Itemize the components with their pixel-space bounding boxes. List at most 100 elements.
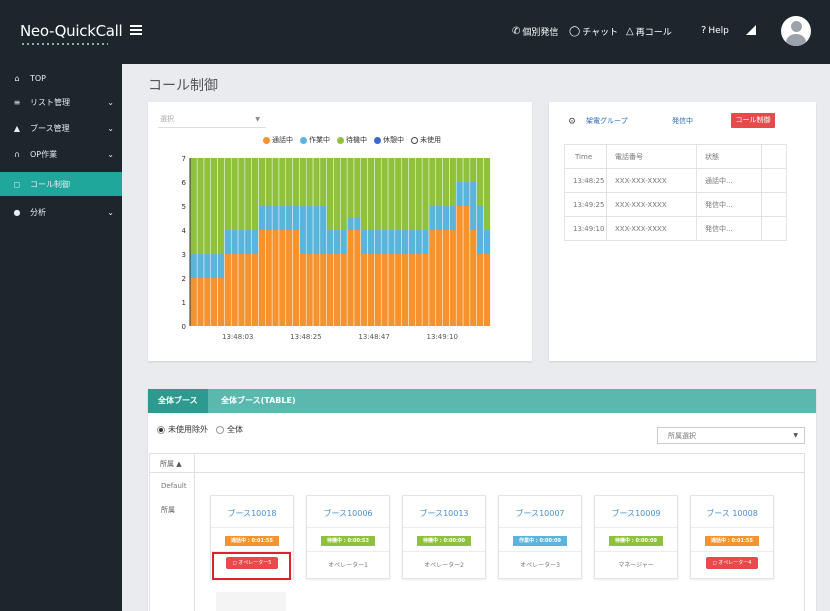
booth-name[interactable]: ブース10013 — [403, 508, 485, 519]
nav-chat[interactable]: ◯ チャット — [569, 25, 618, 38]
calling-status-link[interactable]: 発信中 — [672, 116, 693, 126]
legend-item[interactable]: 通話中 — [263, 135, 293, 145]
signal-icon[interactable] — [746, 25, 756, 35]
tab-all-booths-table[interactable]: 全体ブース(TABLE) — [211, 389, 306, 413]
sidebar-item-call-control[interactable]: ◻ コール制御 — [0, 172, 122, 196]
bar-segment — [292, 206, 300, 230]
bar-segment — [251, 158, 259, 230]
bar-segment — [476, 158, 484, 206]
nav-recall[interactable]: △ 再コール — [626, 25, 672, 38]
caret-down-icon: ▼ — [793, 432, 798, 439]
bar-segment — [442, 206, 450, 230]
legend-item[interactable]: 作業中 — [300, 135, 330, 145]
bar-segment — [381, 254, 388, 326]
tab-all-booths[interactable]: 全体ブース — [148, 389, 208, 413]
column-divider — [194, 453, 195, 611]
bar-segment — [245, 254, 252, 326]
column-header[interactable]: Time — [564, 144, 607, 169]
time-cell: 13:49:25 — [564, 192, 607, 217]
legend-item[interactable]: 休憩中 — [374, 135, 404, 145]
bar-segment — [435, 158, 443, 206]
booth-name[interactable]: ブース10006 — [307, 508, 389, 519]
booth-name[interactable]: ブース10018 — [211, 508, 293, 519]
table-row[interactable]: 13:49:25 XXX-XXX-XXXX 発信中... — [564, 192, 787, 217]
bar-segment — [470, 182, 477, 230]
x-tick-label: 13:48:03 — [222, 333, 253, 341]
help-icon: ? — [701, 25, 707, 36]
radio-all[interactable]: 全体 — [216, 424, 243, 435]
bar-segment — [265, 230, 272, 326]
table-row[interactable]: 13:49:10 XXX-XXX-XXXX 発信中... — [564, 216, 787, 241]
sidebar-item-list-management[interactable]: ≡ リスト管理 ⌄ — [0, 90, 122, 114]
bar-segment — [381, 230, 388, 254]
nav-help[interactable]: ? Help — [701, 25, 729, 36]
bar-segment — [360, 230, 368, 254]
bar-segment — [326, 158, 334, 230]
bell-icon: △ — [626, 26, 634, 37]
bar-segment — [367, 230, 375, 254]
bar-segment — [306, 254, 313, 326]
gear-icon[interactable]: ⚙ — [568, 117, 576, 127]
bar-segment — [251, 230, 259, 254]
bar-segment — [374, 254, 382, 326]
bar-segment — [408, 158, 416, 230]
sidebar-item-booth-management[interactable]: ▲ ブース管理 ⌄ — [0, 116, 122, 140]
x-tick-label: 13:49:10 — [427, 333, 458, 341]
sidebar-item-op-work[interactable]: ∩ OP作業 ⌄ — [0, 142, 122, 166]
y-tick-label: 4 — [182, 227, 187, 235]
call-group-link[interactable]: 架電グループ — [586, 116, 628, 126]
empty-cell — [761, 216, 787, 241]
bar-segment — [197, 254, 204, 278]
booth-card[interactable]: ブース10009 待機中 : 0:00:09 マネージャー — [594, 495, 678, 579]
bar-segment — [347, 158, 354, 218]
sidebar: ⌂ TOP ≡ リスト管理 ⌄ ▲ ブース管理 ⌄ ∩ OP作業 ⌄ ◻ コール… — [0, 64, 122, 611]
bar-segment — [190, 254, 197, 278]
bar-segment — [435, 230, 443, 326]
nav-label: 個別発信 — [522, 28, 559, 38]
bar-segment — [354, 158, 361, 218]
bar-segment — [401, 254, 409, 326]
operator-button[interactable]: ◻ オペレーター4 — [706, 557, 758, 569]
bar-segment — [258, 206, 266, 230]
sidebar-item-top[interactable]: ⌂ TOP — [0, 66, 122, 90]
bar-segment — [360, 254, 368, 326]
sidebar-item-analysis[interactable]: ● 分析 ⌄ — [0, 200, 122, 224]
avatar[interactable] — [781, 16, 811, 46]
bar-segment — [401, 158, 409, 230]
column-header[interactable]: 電話番号 — [606, 144, 697, 169]
column-header[interactable]: 状態 — [696, 144, 762, 169]
bar-segment — [313, 158, 320, 206]
bar-segment — [395, 158, 402, 230]
call-control-button[interactable]: コール制御 — [731, 113, 775, 128]
affiliation-select[interactable]: 所属選択 ▼ — [657, 427, 805, 444]
sidebar-item-label: リスト管理 — [30, 97, 70, 107]
booth-name[interactable]: ブース10009 — [595, 508, 677, 519]
nav-label: チャット — [582, 28, 619, 38]
table-row[interactable]: 13:48:25 XXX-XXX-XXXX 通話中... — [564, 168, 787, 193]
bar-segment — [306, 206, 313, 254]
y-tick-label: 7 — [182, 155, 186, 163]
nav-individual-call[interactable]: ✆ 個別発信 — [512, 25, 558, 38]
booth-card[interactable]: ブース 10008 通話中 : 0:01:55 ◻ オペレーター4 — [690, 495, 774, 579]
booth-name[interactable]: ブース 10008 — [691, 508, 773, 519]
bar-segment — [456, 206, 463, 326]
chevron-down-icon: ⌄ — [107, 97, 114, 107]
y-tick-label: 6 — [182, 179, 187, 187]
chat-icon: ◻ — [13, 179, 21, 189]
bar-segment — [456, 158, 463, 182]
sort-affiliation[interactable]: 所属 ▲ — [160, 459, 182, 469]
booth-card[interactable]: ブース10007 作業中 : 0:00:09 オペレーター3 — [498, 495, 582, 579]
bar-segment — [408, 254, 416, 326]
menu-toggle-icon[interactable] — [130, 25, 142, 36]
legend-item[interactable]: 待機中 — [337, 135, 367, 145]
legend-item[interactable]: 未使用 — [411, 135, 441, 145]
status-badge: 待機中 : 0:00:09 — [609, 536, 663, 546]
app-logo[interactable]: Neo-QuickCall — [20, 22, 123, 40]
radio-exclude-unused[interactable]: 未使用除外 — [157, 424, 208, 435]
bar-segment — [360, 158, 368, 230]
x-tick-label: 13:48:25 — [290, 333, 321, 341]
chart-select[interactable]: 選択 ▼ — [158, 112, 266, 128]
booth-name[interactable]: ブース10007 — [499, 508, 581, 519]
booth-card[interactable]: ブース10013 待機中 : 0:00:00 オペレーター2 — [402, 495, 486, 579]
booth-card[interactable]: ブース10006 待機中 : 0:00:53 オペレーター1 — [306, 495, 390, 579]
